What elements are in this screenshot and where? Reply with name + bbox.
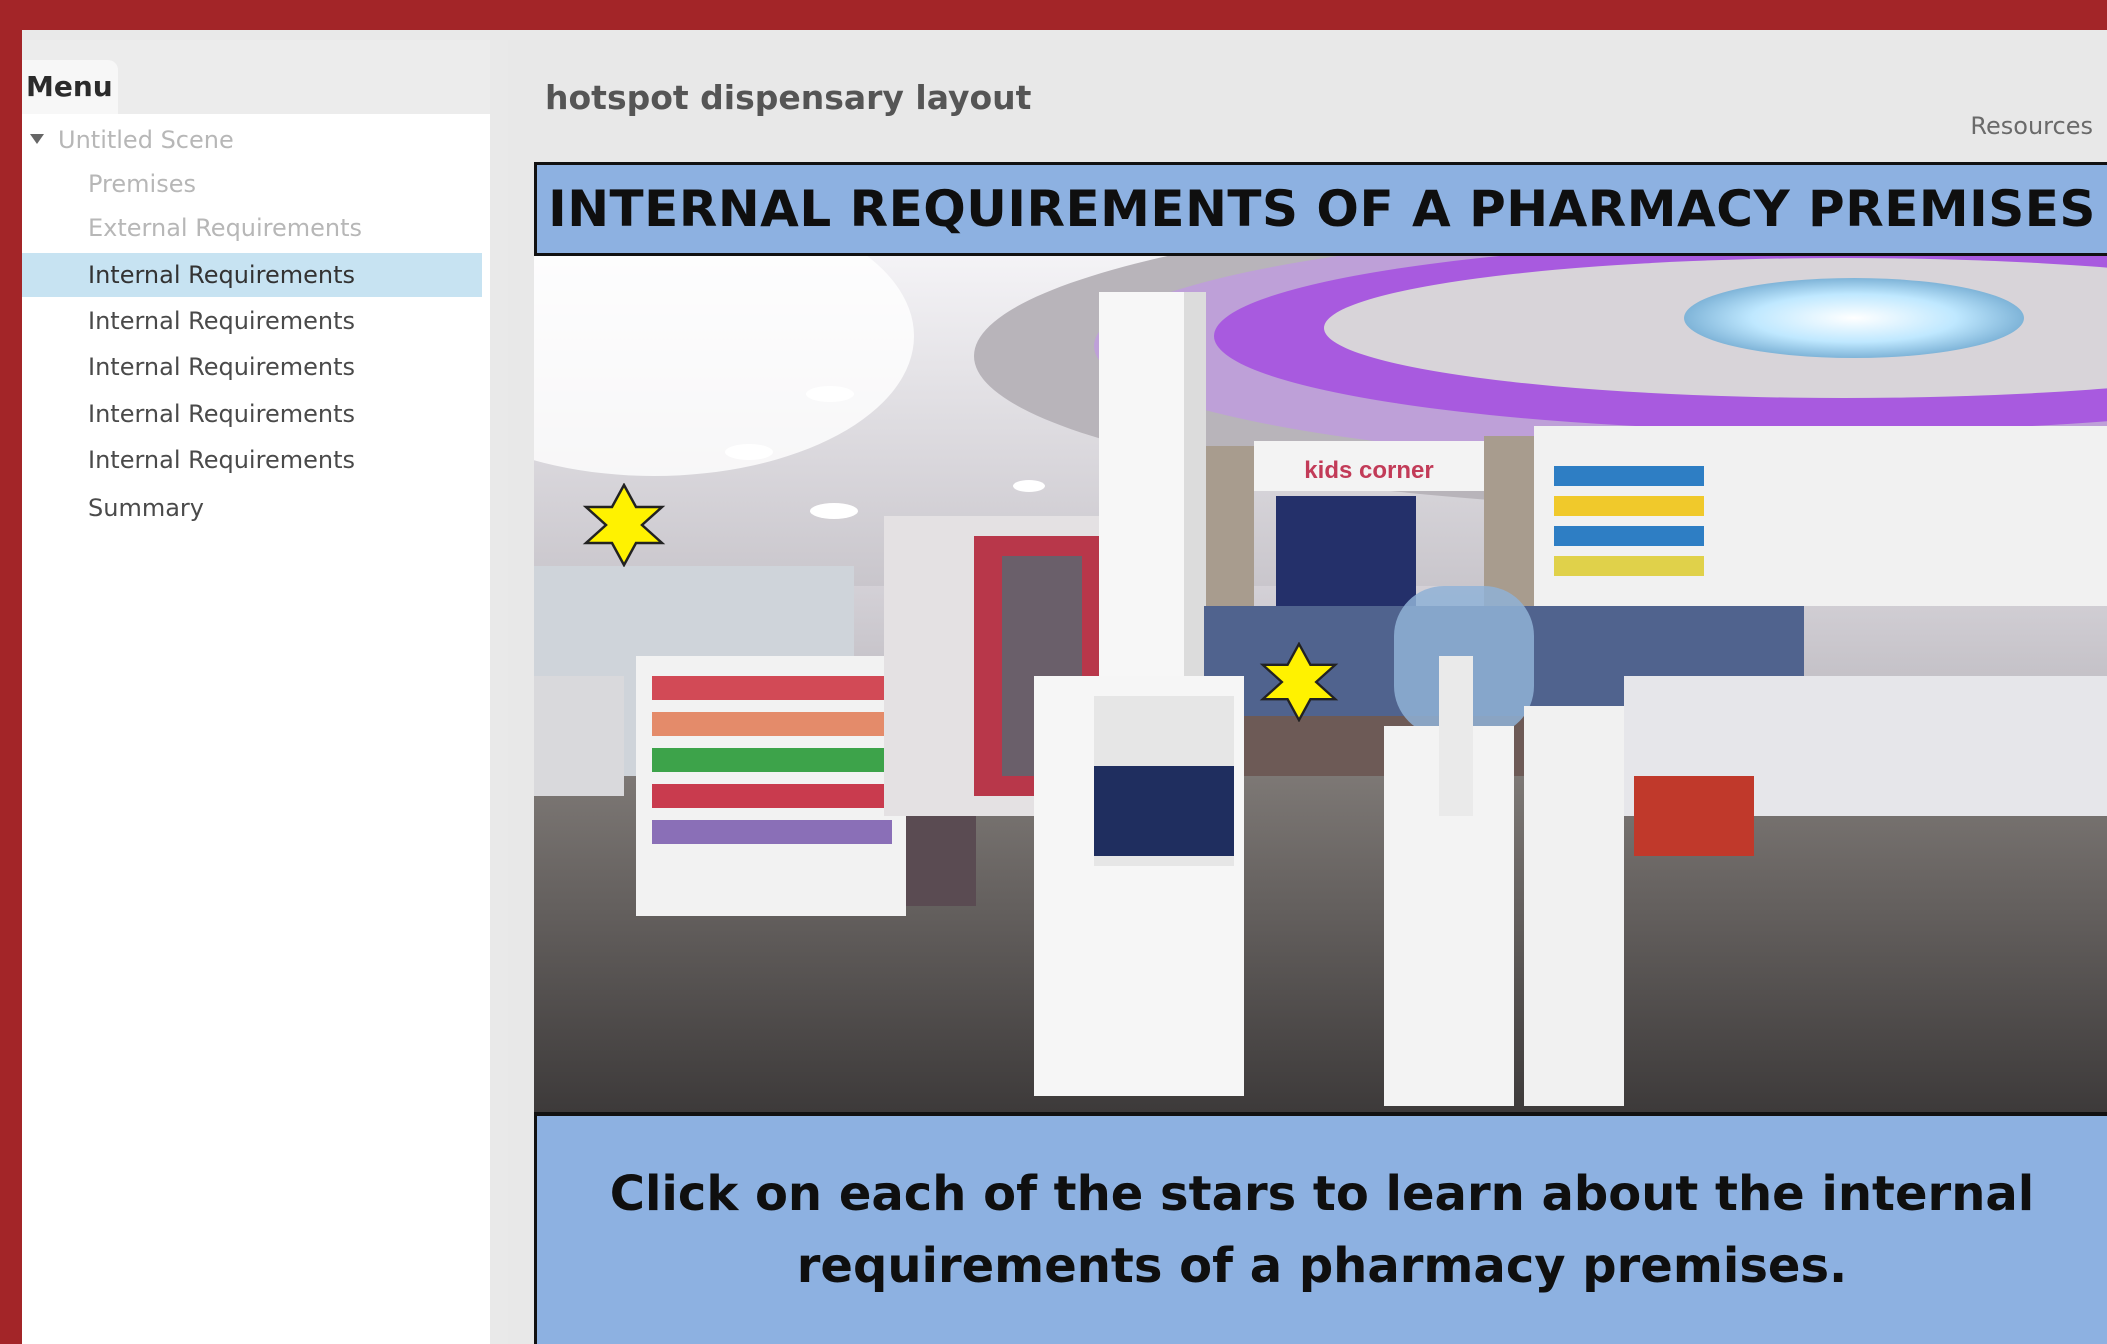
- scene-label: Untitled Scene: [58, 126, 234, 154]
- menu-tab[interactable]: Menu: [22, 60, 118, 114]
- hotspot-star-2[interactable]: [1259, 642, 1339, 722]
- main-content: hotspot dispensary layout Resources INTE…: [508, 40, 2107, 1344]
- caret-down-icon[interactable]: [30, 134, 44, 144]
- page-title: hotspot dispensary layout: [545, 78, 1032, 117]
- app-window: Menu Untitled Scene Premises External Re…: [22, 30, 2107, 1344]
- instruction-text: Click on each of the stars to learn abou…: [534, 1112, 2107, 1344]
- hotspot-star-1[interactable]: [582, 483, 666, 567]
- slide: INTERNAL REQUIREMENTS OF A PHARMACY PREM…: [534, 162, 2107, 1344]
- menu-item-premises[interactable]: Premises: [22, 162, 482, 206]
- star-icon[interactable]: [582, 483, 666, 567]
- menu-item-internal-requirements-5[interactable]: Internal Requirements: [22, 438, 482, 482]
- star-icon[interactable]: [1259, 642, 1339, 722]
- menu-item-external-requirements[interactable]: External Requirements: [22, 206, 482, 250]
- pharmacy-photo: kids corner: [534, 256, 2107, 1112]
- menu-item-internal-requirements-3[interactable]: Internal Requirements: [22, 345, 482, 389]
- menu-item-summary[interactable]: Summary: [22, 486, 482, 530]
- slide-heading: INTERNAL REQUIREMENTS OF A PHARMACY PREM…: [534, 162, 2107, 256]
- menu-item-internal-requirements-4[interactable]: Internal Requirements: [22, 392, 482, 436]
- resources-link[interactable]: Resources: [1970, 112, 2093, 140]
- scene-item[interactable]: Untitled Scene: [22, 118, 482, 162]
- kids-corner-sign: kids corner: [1304, 457, 1433, 484]
- menu-panel: Untitled Scene Premises External Require…: [22, 114, 490, 1344]
- sidebar: Menu Untitled Scene Premises External Re…: [22, 40, 490, 1344]
- menu-item-internal-requirements-2[interactable]: Internal Requirements: [22, 299, 482, 343]
- menu-item-internal-requirements-1[interactable]: Internal Requirements: [22, 253, 482, 297]
